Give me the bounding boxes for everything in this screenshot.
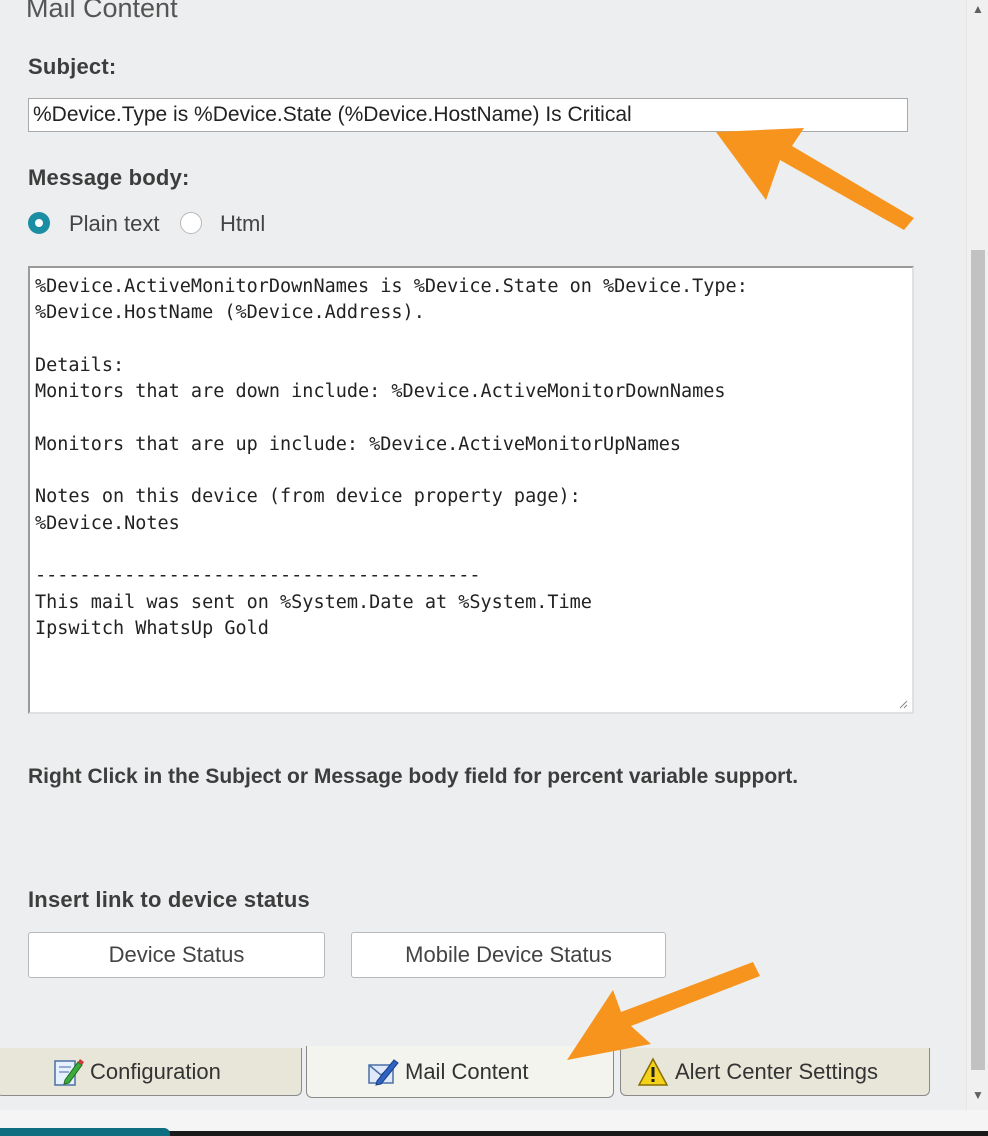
pencil-form-icon xyxy=(54,1058,84,1086)
annotation-arrow-subject xyxy=(716,128,914,230)
scrollbar-thumb[interactable] xyxy=(971,250,985,1070)
plain-text-label[interactable]: Plain text xyxy=(69,211,160,237)
vertical-scrollbar[interactable]: ▲ ▼ xyxy=(966,0,988,1110)
resize-grip-icon[interactable] xyxy=(898,699,908,709)
tab-alert-center-settings[interactable]: Alert Center Settings xyxy=(620,1048,930,1096)
subject-label: Subject: xyxy=(28,54,117,79)
message-body-line: This mail was sent on %System.Date at %S… xyxy=(35,591,592,613)
percent-variable-hint: Right Click in the Subject or Message bo… xyxy=(28,765,799,788)
tab-mail-content-label: Mail Content xyxy=(405,1058,529,1084)
message-body-line: %Device.ActiveMonitorDownNames is %Devic… xyxy=(35,276,748,297)
bottom-accent-bar xyxy=(0,1128,170,1136)
subject-input[interactable]: %Device.Type is %Device.State (%Device.H… xyxy=(28,98,908,132)
message-body-line xyxy=(35,327,907,353)
html-radio[interactable] xyxy=(180,212,202,234)
message-body-textarea[interactable]: %Device.ActiveMonitorDownNames is %Devic… xyxy=(28,266,914,714)
message-body-line xyxy=(35,405,907,431)
tab-configuration[interactable]: Configuration xyxy=(0,1048,302,1096)
message-body-label: Message body: xyxy=(28,165,190,190)
message-body-line: Monitors that are down include: %Device.… xyxy=(35,381,726,403)
message-body-line: ---------------------------------------- xyxy=(35,565,481,587)
device-status-button[interactable]: Device Status xyxy=(28,932,325,978)
scroll-up-icon[interactable]: ▲ xyxy=(972,2,984,16)
tab-mail-content[interactable]: Mail Content xyxy=(306,1046,614,1098)
message-body-line: Monitors that are up include: %Device.Ac… xyxy=(35,433,682,455)
tab-bar: Configuration Mail Content Alert Center … xyxy=(0,1046,966,1100)
section-title: Mail Content xyxy=(26,0,178,23)
mobile-device-status-button[interactable]: Mobile Device Status xyxy=(351,932,666,978)
mail-envelope-icon xyxy=(368,1058,399,1086)
insert-link-label: Insert link to device status xyxy=(28,887,310,912)
message-body-line: Details: xyxy=(35,354,125,376)
message-body-line: %Device.HostName (%Device.Address). xyxy=(35,302,425,324)
tab-configuration-label: Configuration xyxy=(90,1058,221,1084)
message-body-line: Notes on this device (from device proper… xyxy=(35,486,581,508)
tab-alert-center-settings-label: Alert Center Settings xyxy=(675,1058,878,1084)
html-label[interactable]: Html xyxy=(220,211,265,237)
warning-icon xyxy=(637,1056,669,1086)
message-body-line: %Device.Notes xyxy=(35,512,180,534)
message-body-line: Ipswitch WhatsUp Gold xyxy=(35,617,269,639)
message-body-line xyxy=(35,537,907,563)
message-body-line xyxy=(35,458,907,484)
scroll-down-icon[interactable]: ▼ xyxy=(972,1088,984,1102)
plain-text-radio[interactable] xyxy=(28,212,50,234)
